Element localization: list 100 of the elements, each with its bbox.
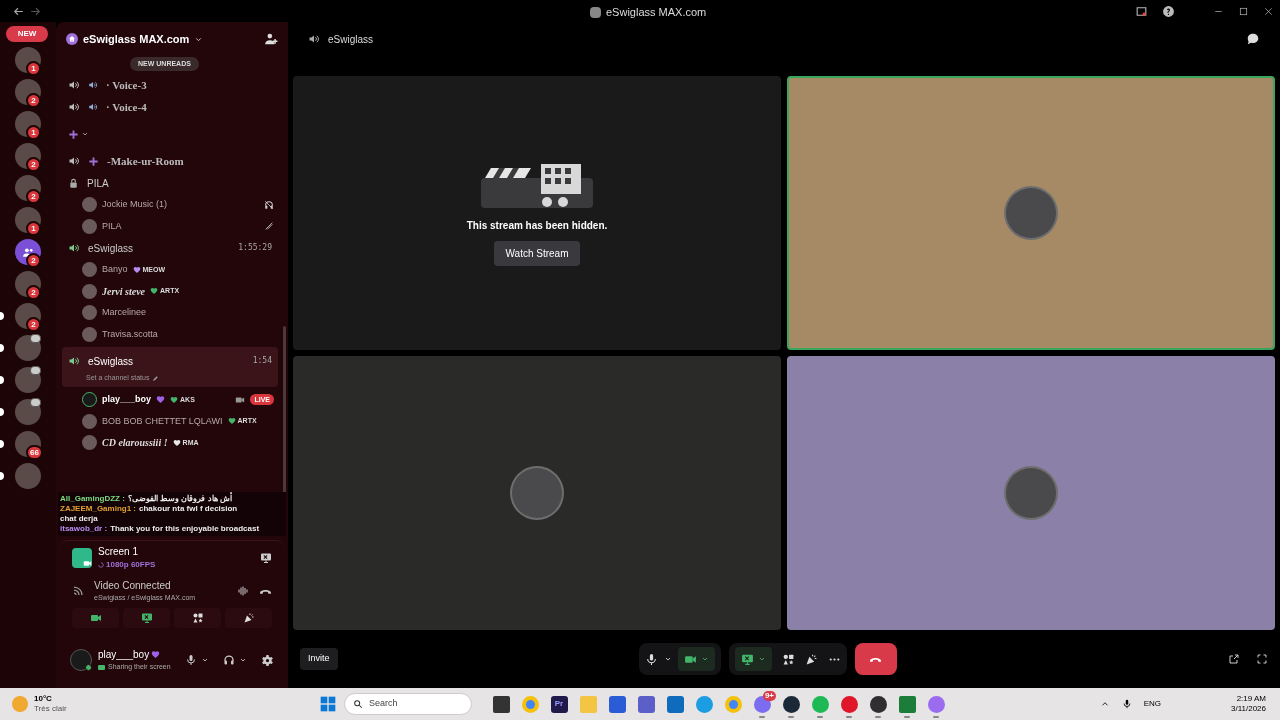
soundboard-button[interactable] — [225, 608, 272, 628]
member-name[interactable]: Jockie Music (1) — [102, 198, 167, 212]
watch-stream-button[interactable]: Watch Stream — [493, 241, 581, 266]
member-name[interactable]: PILA — [102, 219, 122, 233]
start-button[interactable] — [320, 696, 336, 712]
new-unread-pill[interactable]: NEW — [6, 26, 48, 42]
microphone-icon[interactable] — [185, 654, 197, 666]
chat-username: ZAJEEM_Gaming1 : — [60, 504, 136, 514]
member-name[interactable]: Travisa.scotta — [102, 327, 158, 341]
user-avatar[interactable] — [70, 649, 92, 671]
pop-out-icon[interactable] — [1228, 653, 1240, 665]
camera-button[interactable] — [677, 647, 715, 671]
call-timer: 1:55:29 — [238, 242, 272, 254]
fullscreen-icon[interactable] — [1256, 653, 1268, 665]
chat-icon[interactable] — [1246, 32, 1260, 46]
help-icon[interactable] — [1162, 4, 1175, 18]
clock-date[interactable]: 3/11/2026 — [1231, 704, 1266, 714]
mention-badge: 66 — [26, 445, 43, 460]
member-name[interactable]: Jervi steve — [102, 283, 146, 299]
chat-message: chakour nta fwl f decision — [139, 504, 238, 514]
channel-name: eSwiglass — [88, 241, 134, 256]
end-call-button[interactable] — [854, 643, 897, 675]
screen-share-button[interactable] — [734, 647, 772, 671]
mention-badge: 2 — [26, 157, 41, 172]
speaker-icon — [68, 242, 80, 254]
user-avatar — [82, 305, 97, 321]
soundboard-button[interactable] — [804, 652, 818, 666]
taskbar-app-icon[interactable]: Pr — [550, 695, 568, 713]
clock-time[interactable]: 2:19 AM — [1236, 694, 1266, 704]
camera-icon — [89, 612, 102, 624]
call-timer: 1:54 — [252, 355, 272, 367]
mention-badge: 1 — [26, 125, 41, 140]
speaker-icon — [68, 155, 80, 167]
invite-button[interactable]: Invite — [300, 648, 338, 670]
activities-icon — [191, 612, 204, 624]
voice-channel[interactable]: -Make-ur-Room — [62, 150, 278, 172]
caret-icon[interactable] — [663, 655, 672, 663]
mention-badge: 2 — [26, 189, 41, 204]
mention-badge: 1 — [26, 221, 41, 236]
screen-share-button[interactable] — [123, 608, 170, 628]
pencil-icon[interactable] — [152, 374, 160, 382]
settings-icon[interactable] — [261, 653, 274, 667]
voice-channel[interactable]: · Voice-4 — [62, 96, 278, 118]
speaker-icon — [68, 101, 80, 113]
chat-message: chat derja — [60, 514, 98, 524]
stream-title: Screen 1 — [98, 545, 140, 559]
screen-record-icon[interactable] — [1135, 4, 1148, 18]
user-avatar — [82, 262, 97, 278]
soundboard-icon — [242, 612, 255, 624]
add-member-icon[interactable] — [264, 32, 278, 46]
voice-channel[interactable]: · Voice-3 — [62, 74, 278, 96]
channel-name: -Make-ur-Room — [107, 153, 184, 169]
screen-share-status-icon — [98, 665, 105, 670]
camera-button[interactable] — [72, 608, 119, 628]
microphone-icon[interactable] — [1121, 699, 1132, 709]
maximize-icon[interactable] — [1238, 5, 1249, 17]
taskbar-app-icon[interactable] — [869, 695, 887, 713]
connection-status: Video Connected — [94, 579, 172, 594]
stop-streaming-icon[interactable] — [260, 551, 272, 564]
microphone-button[interactable] — [644, 652, 658, 666]
server-icon[interactable] — [15, 367, 41, 393]
close-icon[interactable] — [1263, 5, 1274, 17]
taskbar-app-icon[interactable] — [782, 695, 800, 713]
taskbar-search-field[interactable]: Search — [344, 693, 472, 715]
participant-avatar — [510, 466, 564, 520]
plus-icon[interactable] — [68, 128, 79, 140]
caret-icon[interactable] — [81, 130, 89, 138]
user-avatar — [82, 197, 97, 213]
user-avatar — [82, 413, 97, 429]
notification-badge: 9+ — [762, 691, 776, 701]
mention-badge: 2 — [26, 317, 41, 332]
member-name[interactable]: Marcelinee — [102, 306, 147, 320]
user-avatar — [82, 283, 97, 299]
voice-channel[interactable]: PILA — [62, 172, 278, 194]
headphones-icon[interactable] — [223, 654, 235, 666]
channel-title: eSwiglass — [328, 32, 374, 47]
channel-name: eSwiglass — [88, 354, 134, 369]
weather-temperature: 10°C — [34, 694, 53, 704]
member-name[interactable]: CD elaroussiii ! — [102, 435, 168, 451]
server-icon[interactable] — [15, 335, 41, 361]
member-name[interactable]: BOB BOB CHETTET LQLAWI — [102, 414, 223, 428]
username: play___boy — [98, 648, 150, 663]
chat-message: Thank you for this enjoyable broadcast — [110, 524, 260, 534]
activities-button[interactable] — [174, 608, 221, 628]
caret-icon[interactable] — [239, 656, 247, 664]
caret-icon[interactable] — [201, 656, 209, 664]
window-title: eSwiglass MAX.com — [606, 5, 707, 20]
server-name[interactable]: eSwiglass MAX.com — [83, 30, 190, 48]
member-name[interactable]: play___boy — [102, 393, 152, 407]
activities-button[interactable] — [781, 652, 795, 666]
speaker-icon — [308, 33, 320, 45]
member-name[interactable]: Banyo — [102, 263, 128, 277]
noise-suppression-icon[interactable] — [237, 585, 249, 597]
server-icon[interactable] — [15, 399, 41, 425]
voice-channel[interactable]: eSwiglass 1:55:29 — [62, 237, 278, 259]
user-avatar — [82, 326, 97, 342]
weather-moon-icon — [12, 696, 28, 712]
taskbar-app-icon[interactable] — [492, 695, 510, 713]
language-indicator[interactable]: ENG — [1143, 698, 1161, 710]
screen-icon — [140, 612, 153, 624]
